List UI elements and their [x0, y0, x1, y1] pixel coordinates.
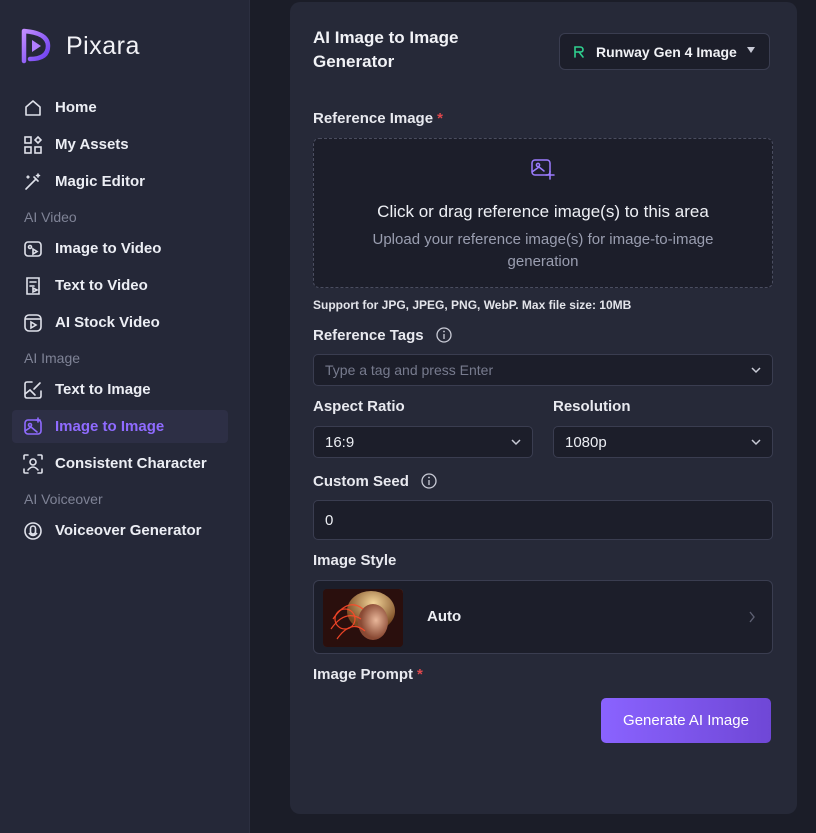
- aspect-ratio-value: 16:9: [325, 433, 355, 451]
- pixara-logo-icon: [21, 28, 51, 64]
- aspect-ratio-select[interactable]: 16:9: [313, 426, 533, 458]
- sidebar-item-label: Text to Video: [55, 277, 148, 294]
- reference-tags-label-text: Reference Tags: [313, 327, 424, 344]
- section-ai-image: AI Image: [24, 350, 81, 366]
- sidebar-item-label: Magic Editor: [55, 173, 146, 190]
- sidebar-item-label: AI Stock Video: [55, 314, 160, 331]
- sidebar-item-my-assets[interactable]: My Assets: [12, 128, 228, 161]
- reference-tags-label: Reference Tags: [313, 327, 452, 344]
- character-icon: [22, 453, 44, 475]
- sidebar-item-label: Home: [55, 99, 97, 116]
- reference-image-label: Reference Image *: [313, 110, 443, 127]
- style-thumbnail: [323, 589, 403, 647]
- sidebar-item-text-to-image[interactable]: Text to Image: [12, 373, 228, 406]
- info-icon[interactable]: [421, 473, 437, 489]
- chevron-down-icon: [511, 439, 521, 446]
- dropzone-subtitle: Upload your reference image(s) for image…: [372, 231, 714, 270]
- reference-tags-input[interactable]: [325, 362, 772, 378]
- home-icon: [22, 97, 44, 119]
- file-support-note: Support for JPG, JPEG, PNG, WebP. Max fi…: [313, 298, 632, 312]
- sidebar-item-voiceover-generator[interactable]: Voiceover Generator: [12, 514, 228, 547]
- chevron-down-icon: [751, 439, 761, 446]
- image-style-value: Auto: [427, 608, 462, 625]
- resolution-value: 1080p: [565, 433, 607, 451]
- image-style-selector[interactable]: Auto: [313, 580, 773, 654]
- page-title: AI Image to Image Generator: [313, 28, 459, 71]
- sidebar-item-label: Consistent Character: [55, 455, 207, 472]
- text-image-icon: [22, 379, 44, 401]
- image-prompt-label-text: Image Prompt: [313, 666, 414, 683]
- assets-grid-icon: [22, 134, 44, 156]
- custom-seed-label-text: Custom Seed: [313, 473, 409, 490]
- sidebar-item-magic-editor[interactable]: Magic Editor: [12, 165, 228, 198]
- app-logo[interactable]: Pixara: [18, 27, 140, 65]
- runway-icon: [574, 45, 584, 58]
- image-style-label: Image Style: [313, 552, 397, 569]
- resolution-select[interactable]: 1080p: [553, 426, 773, 458]
- resolution-label: Resolution: [553, 398, 631, 415]
- sidebar: Pixara Home My Assets Magic Editor AI Vi…: [0, 0, 250, 833]
- chevron-down-icon: [751, 367, 761, 374]
- info-icon[interactable]: [436, 327, 452, 343]
- reference-tags-field[interactable]: [313, 354, 773, 386]
- sidebar-item-image-to-image[interactable]: Image to Image: [12, 410, 228, 443]
- section-ai-voiceover: AI Voiceover: [24, 491, 103, 507]
- sidebar-item-text-to-video[interactable]: Text to Video: [12, 269, 228, 302]
- sidebar-item-label: Image to Image: [55, 418, 165, 435]
- sidebar-item-label: Voiceover Generator: [55, 522, 202, 539]
- custom-seed-value[interactable]: 0: [325, 512, 333, 529]
- chevron-right-icon: [749, 611, 755, 623]
- dropzone-title: Click or drag reference image(s) to this…: [377, 202, 709, 221]
- text-video-icon: [22, 275, 44, 297]
- sidebar-item-label: Image to Video: [55, 240, 162, 257]
- sidebar-item-label: Text to Image: [55, 381, 151, 398]
- magic-wand-icon: [22, 171, 44, 193]
- model-select[interactable]: Runway Gen 4 Image: [559, 33, 770, 70]
- generate-button[interactable]: Generate AI Image: [601, 698, 771, 743]
- sidebar-item-consistent-character[interactable]: Consistent Character: [12, 447, 228, 480]
- custom-seed-label: Custom Seed: [313, 473, 437, 490]
- caret-down-icon: [747, 47, 755, 53]
- sidebar-item-image-to-video[interactable]: Image to Video: [12, 232, 228, 265]
- model-select-value: Runway Gen 4 Image: [596, 43, 737, 60]
- app-name: Pixara: [66, 31, 140, 60]
- image-upload-icon: [531, 159, 555, 180]
- custom-seed-field[interactable]: 0: [313, 500, 773, 540]
- reference-image-label-text: Reference Image: [313, 110, 434, 127]
- required-mark: *: [417, 666, 423, 683]
- generator-panel: AI Image to Image Generator Runway Gen 4…: [290, 2, 797, 814]
- reference-image-dropzone[interactable]: Click or drag reference image(s) to this…: [313, 138, 773, 288]
- voiceover-icon: [22, 520, 44, 542]
- section-ai-video: AI Video: [24, 209, 77, 225]
- required-mark: *: [437, 110, 443, 127]
- sidebar-item-label: My Assets: [55, 136, 129, 153]
- aspect-ratio-label: Aspect Ratio: [313, 398, 405, 415]
- sidebar-item-home[interactable]: Home: [12, 91, 228, 124]
- image-video-icon: [22, 238, 44, 260]
- sidebar-item-ai-stock-video[interactable]: AI Stock Video: [12, 306, 228, 339]
- stock-video-icon: [22, 312, 44, 334]
- image-image-icon: [22, 416, 44, 438]
- image-prompt-label: Image Prompt *: [313, 666, 423, 683]
